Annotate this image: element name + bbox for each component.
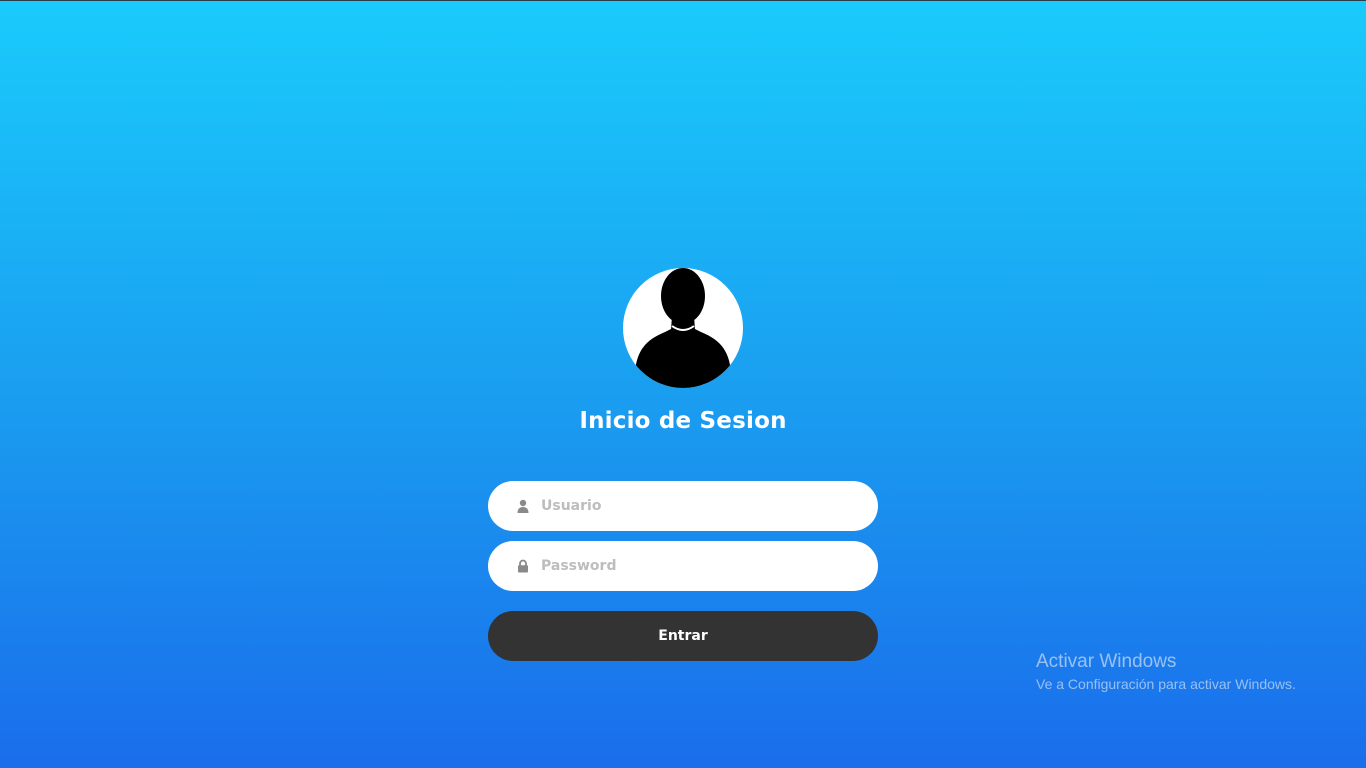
password-field[interactable] — [488, 541, 878, 591]
password-input[interactable] — [541, 541, 861, 591]
username-field[interactable] — [488, 481, 878, 531]
username-input[interactable] — [541, 481, 861, 531]
watermark-subtitle: Ve a Configuración para activar Windows. — [1036, 676, 1296, 692]
login-button[interactable]: Entrar — [488, 611, 878, 661]
avatar — [623, 268, 743, 388]
top-border-line — [0, 0, 1366, 1]
user-icon — [517, 499, 529, 513]
page-title: Inicio de Sesion — [579, 408, 787, 434]
watermark-title: Activar Windows — [1036, 651, 1177, 672]
windows-activation-watermark: Activar Windows Ve a Configuración para … — [1036, 651, 1296, 693]
lock-icon — [518, 559, 528, 573]
user-silhouette-icon — [634, 268, 732, 388]
